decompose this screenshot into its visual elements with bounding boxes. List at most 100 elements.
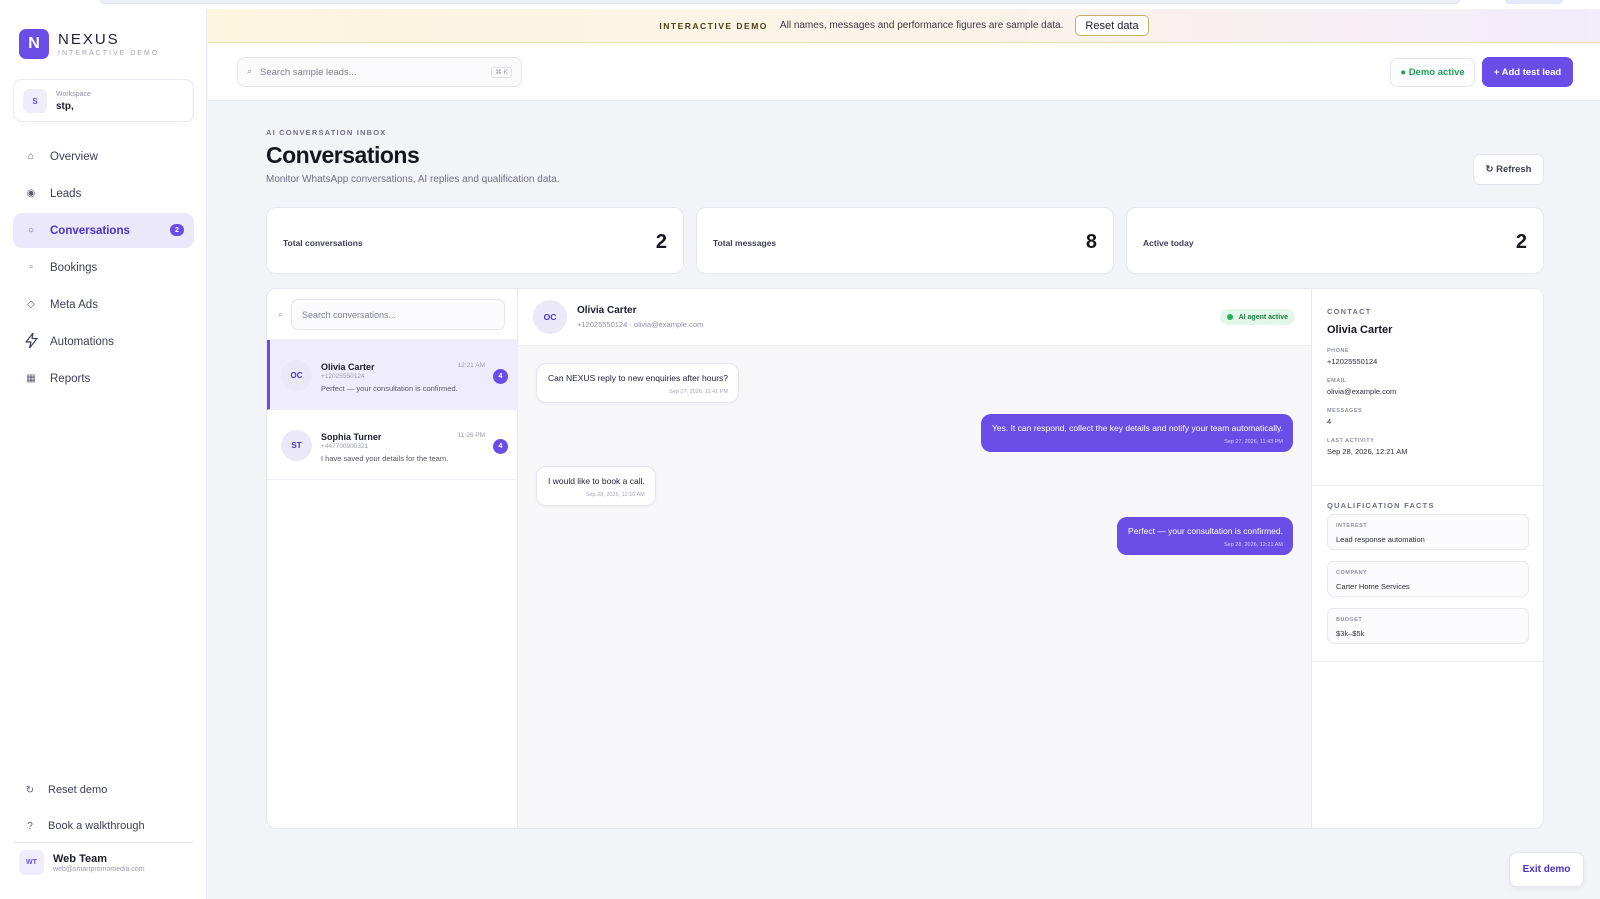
sidebar-item-meta-ads[interactable]: ◇ Meta Ads <box>13 287 194 322</box>
status-dot-icon <box>1226 314 1233 320</box>
section-eyebrow: CONTACT <box>1327 307 1372 316</box>
chat-contact-meta: +12025550124 · olivia@example.com <box>577 320 704 329</box>
conversation-search-input[interactable] <box>291 299 505 330</box>
search-input[interactable] <box>260 64 480 81</box>
stat-card-total-conversations: Total conversations 2 <box>266 207 684 274</box>
phone-value: +12025550124 <box>1327 357 1378 366</box>
fact-card-interest: INTEREST Lead response automation <box>1327 514 1529 550</box>
sidebar-item-bookings[interactable]: ▫ Bookings <box>13 250 194 285</box>
chat-thread: OC Olivia Carter +12025550124 · olivia@e… <box>518 289 1311 828</box>
reset-demo-link[interactable]: ↻ Reset demo <box>13 772 194 808</box>
sidebar-item-label: Leads <box>50 187 82 200</box>
demo-message: All names, messages and performance figu… <box>779 20 1064 31</box>
sidebar-item-overview[interactable]: ⌂ Overview <box>13 139 194 174</box>
workspace-switcher[interactable]: S Workspace stp, <box>13 79 194 122</box>
chat-header: OC Olivia Carter +12025550124 · olivia@e… <box>518 289 1311 346</box>
timestamp: 12:21 AM <box>457 362 485 369</box>
help-icon: ? <box>27 820 33 832</box>
sidebar-item-conversations[interactable]: ○ Conversations 2 <box>13 213 194 248</box>
stat-card-total-messages: Total messages 8 <box>696 207 1114 274</box>
stat-label: Total messages <box>713 238 777 248</box>
divider <box>13 842 194 843</box>
section-eyebrow: QUALIFICATION FACTS <box>1327 501 1435 510</box>
chat-bubble-icon: ○ <box>27 225 35 236</box>
sidebar-item-label: Conversations <box>50 224 130 237</box>
sidebar-item-automations[interactable]: Automations <box>13 324 194 359</box>
chat-message-incoming: Can NEXUS reply to new enquiries after h… <box>536 363 740 403</box>
ai-status-badge: AI agent active <box>1219 309 1295 325</box>
fact-value: Lead response automation <box>1336 535 1425 544</box>
sidebar-item-reports[interactable]: ▦ Reports <box>13 361 194 396</box>
keyboard-shortcut-hint: ⌘ K <box>491 67 512 78</box>
browser-chrome <box>0 0 1600 9</box>
topbar: ⌕ ⌘ K ● Demo active + Add test lead <box>208 43 1600 101</box>
add-test-lead-button[interactable]: + Add test lead <box>1482 57 1573 87</box>
demo-status-badge: ● Demo active <box>1390 58 1475 87</box>
inbox-panel: ⌕ OC Olivia Carter +12025550124 Perfect … <box>266 288 1544 829</box>
user-name: Web Team <box>53 852 107 865</box>
brand-subtitle: INTERACTIVE DEMO <box>58 50 160 57</box>
avatar: ST <box>281 430 312 461</box>
message-text: Perfect — your consultation is confirmed… <box>1128 526 1283 536</box>
field-label: PHONE <box>1327 348 1350 354</box>
fact-value: Carter Home Services <box>1336 582 1410 591</box>
search-icon: ⌕ <box>278 310 283 319</box>
stat-label: Total conversations <box>283 238 363 248</box>
fact-label: INTEREST <box>1336 523 1368 529</box>
reset-data-button[interactable]: Reset data <box>1075 15 1149 36</box>
field-label: MESSAGES <box>1327 408 1363 414</box>
lead-search[interactable]: ⌕ ⌘ K <box>237 57 522 87</box>
stat-value: 8 <box>1085 231 1097 253</box>
message-text: I would like to book a call. <box>548 476 645 486</box>
stat-card-active-today: Active today 2 <box>1126 207 1544 274</box>
message-timestamp: Sep 28, 2026, 12:21 AM <box>1223 542 1283 548</box>
fact-card-budget: BUDGET $3k–$5k <box>1327 608 1529 644</box>
table-icon: ▦ <box>26 373 36 384</box>
chat-message-outgoing: Perfect — your consultation is confirmed… <box>1117 517 1293 555</box>
sidebar-item-label: Bookings <box>50 261 98 274</box>
page-eyebrow: AI CONVERSATION INBOX <box>266 128 387 137</box>
chat-message-outgoing: Yes. It can respond, collect the key det… <box>980 414 1293 452</box>
page-subtitle: Monitor WhatsApp conversations, AI repli… <box>266 174 560 185</box>
sidebar-item-leads[interactable]: ◉ Leads <box>13 176 194 211</box>
conversation-list: ⌕ OC Olivia Carter +12025550124 Perfect … <box>267 289 518 828</box>
email-value: olivia@example.com <box>1327 387 1397 396</box>
chat-message-incoming: I would like to book a call. Sep 28, 202… <box>536 466 656 506</box>
home-icon: ⌂ <box>27 151 35 162</box>
unread-count-badge: 4 <box>493 439 508 454</box>
sidebar-item-label: Overview <box>50 150 98 163</box>
avatar: OC <box>533 300 567 334</box>
message-text: Yes. It can respond, collect the key det… <box>991 423 1283 433</box>
address-bar[interactable] <box>100 0 1460 4</box>
qualification-section: QUALIFICATION FACTS <box>1327 501 1435 510</box>
user-profile[interactable]: WT Web Team web@smartpromomedia.com <box>19 850 145 875</box>
message-timestamp: Sep 28, 2026, 12:16 AM <box>585 492 645 498</box>
user-email: web@smartpromomedia.com <box>53 865 145 873</box>
lightning-icon <box>23 331 39 351</box>
message-timestamp: Sep 27, 2026, 11:41 PM <box>669 389 729 395</box>
brand-logo[interactable]: N NEXUS INTERACTIVE DEMO <box>19 29 159 59</box>
message-text: Can NEXUS reply to new enquiries after h… <box>548 373 729 383</box>
message-preview: I have saved your details for the team. <box>321 454 449 463</box>
fact-value: $3k–$5k <box>1336 629 1365 638</box>
demo-banner: INTERACTIVE DEMO All names, messages and… <box>208 9 1600 43</box>
refresh-button[interactable]: ↻ Refresh <box>1473 154 1544 185</box>
sidebar-item-label: Reports <box>50 372 91 385</box>
target-icon: ◉ <box>26 188 36 199</box>
fact-card-company: COMPANY Carter Home Services <box>1327 561 1529 597</box>
list-item[interactable]: ST Sophia Turner +447700900321 I have sa… <box>267 410 518 480</box>
avatar: WT <box>19 850 44 875</box>
conversation-search: ⌕ <box>267 289 518 340</box>
browser-action-button[interactable] <box>1505 0 1563 4</box>
sidebar-item-label: Automations <box>50 335 114 348</box>
calendar-icon: ▫ <box>29 262 33 273</box>
stat-value: 2 <box>1515 231 1527 253</box>
exit-demo-button[interactable]: Exit demo <box>1509 852 1584 887</box>
book-walkthrough-link[interactable]: ? Book a walkthrough <box>13 808 194 844</box>
workspace-name: stp, <box>56 101 74 112</box>
field-label: EMAIL <box>1327 378 1347 384</box>
stat-label: Active today <box>1143 238 1194 248</box>
list-item[interactable]: OC Olivia Carter +12025550124 Perfect — … <box>267 340 518 410</box>
divider <box>1312 485 1543 486</box>
sidebar-footer-links: ↻ Reset demo ? Book a walkthrough <box>13 772 194 844</box>
